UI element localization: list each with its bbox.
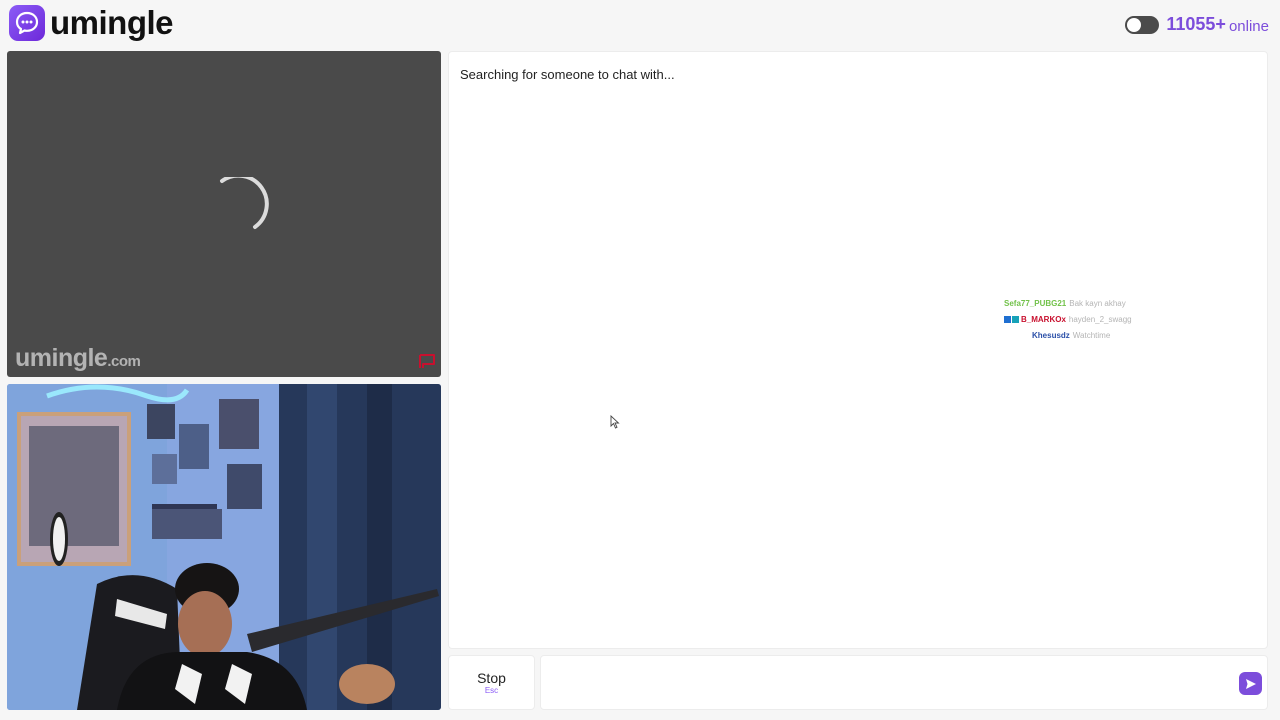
- badge-icon: [1012, 315, 1019, 323]
- stop-button[interactable]: Stop Esc: [448, 655, 535, 710]
- overlay-line: B_MARKOx hayden_2_swagg: [1004, 311, 1154, 327]
- watermark-suffix: .com: [107, 353, 141, 370]
- send-icon: [1245, 678, 1256, 689]
- stop-label: Stop: [477, 669, 506, 686]
- flag-icon[interactable]: [418, 353, 436, 369]
- chat-status: Searching for someone to chat with...: [460, 67, 675, 82]
- remote-video: umingle.com: [7, 51, 441, 377]
- message-input[interactable]: [549, 664, 1229, 702]
- chat-panel: Searching for someone to chat with... Se…: [448, 51, 1268, 649]
- local-video: [7, 384, 441, 710]
- stream-chat-overlay: Sefa77_PUBG21 Bak kayn akhay B_MARKOx ha…: [1004, 295, 1154, 343]
- overlay-line: Sefa77_PUBG21 Bak kayn akhay: [1004, 295, 1154, 311]
- overlay-message: hayden_2_swagg: [1068, 314, 1132, 324]
- app-header: umingle 11055+ online: [0, 0, 1280, 50]
- stop-shortcut-hint: Esc: [484, 685, 499, 695]
- overlay-message: Watchtime: [1072, 330, 1111, 340]
- badge-icon: [1004, 315, 1011, 323]
- message-composer: [540, 655, 1268, 710]
- site-watermark: umingle.com: [15, 344, 141, 373]
- overlay-user: Sefa77_PUBG21: [1004, 298, 1067, 308]
- mouse-cursor-icon: [610, 415, 620, 429]
- send-button[interactable]: [1239, 672, 1262, 695]
- online-label: online: [1228, 17, 1269, 35]
- overlay-line: Khesusdz Watchtime: [1004, 327, 1154, 343]
- logo[interactable]: umingle: [9, 4, 174, 41]
- camera-feed: [7, 384, 441, 710]
- loading-spinner-icon: [220, 177, 269, 229]
- overlay-user: B_MARKOx: [1021, 314, 1066, 324]
- theme-toggle[interactable]: [1125, 15, 1160, 34]
- logo-text: umingle: [50, 4, 174, 41]
- toggle-knob: [1127, 17, 1142, 32]
- chat-bubble-icon: [9, 5, 45, 41]
- watermark-main: umingle: [15, 344, 108, 372]
- online-indicator: 11055+ online: [1125, 14, 1269, 35]
- online-count: 11055+: [1166, 14, 1226, 34]
- overlay-message: Bak kayn akhay: [1069, 298, 1126, 308]
- overlay-user: Khesusdz: [1032, 330, 1070, 340]
